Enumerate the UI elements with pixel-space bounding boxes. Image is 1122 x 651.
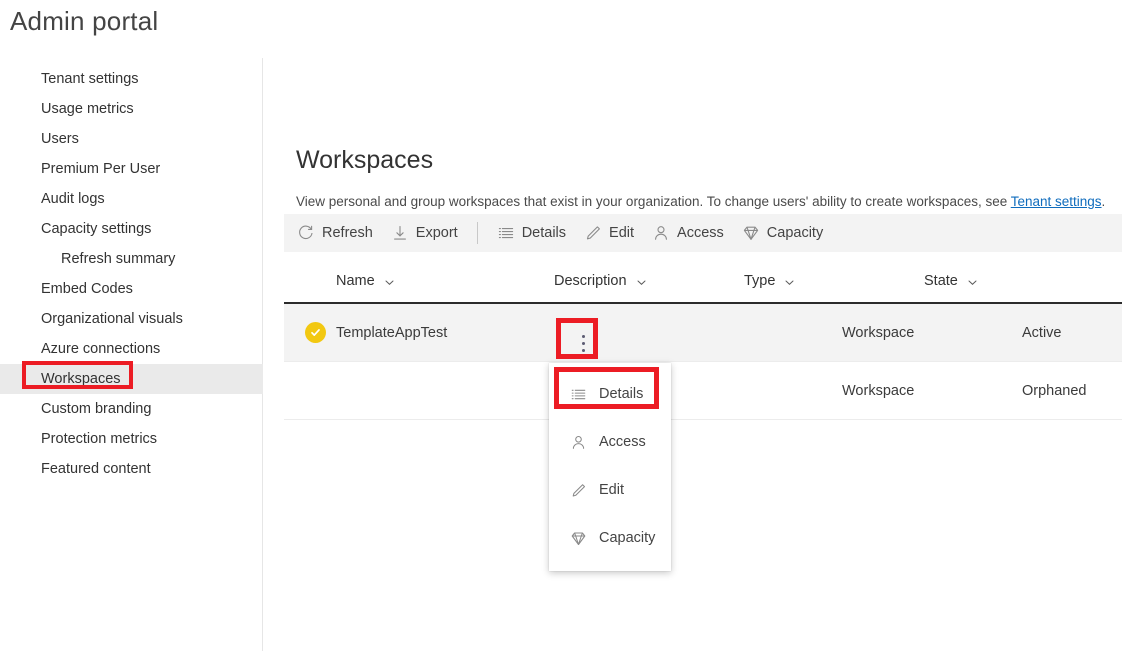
sidebar-item-featured-content[interactable]: Featured content xyxy=(0,454,263,484)
workspaces-description: View personal and group workspaces that … xyxy=(296,194,1105,209)
kebab-dot xyxy=(582,349,585,352)
pencil-icon xyxy=(570,482,587,499)
person-icon xyxy=(652,224,670,242)
sidebar-item-label: Tenant settings xyxy=(41,64,139,94)
column-header-type[interactable]: Type xyxy=(744,273,924,289)
refresh-button[interactable]: Refresh xyxy=(288,214,382,252)
context-menu-item-details[interactable]: Details xyxy=(549,370,671,418)
sidebar-item-premium-per-user[interactable]: Premium Per User xyxy=(0,154,263,184)
sidebar-item-label: Premium Per User xyxy=(41,154,160,184)
context-menu-item-edit[interactable]: Edit xyxy=(549,466,671,514)
workspaces-heading: Workspaces xyxy=(296,146,433,175)
column-header-label: Name xyxy=(336,273,375,289)
access-button[interactable]: Access xyxy=(643,214,733,252)
sidebar-item-protection-metrics[interactable]: Protection metrics xyxy=(0,424,263,454)
sidebar-item-capacity-settings[interactable]: Capacity settings xyxy=(0,214,263,244)
list-icon xyxy=(497,224,515,242)
sidebar-item-label: Embed Codes xyxy=(41,274,133,304)
capacity-label: Capacity xyxy=(767,225,823,241)
cell-state: Active xyxy=(1022,325,1122,341)
export-icon xyxy=(391,224,409,242)
cell-type: Workspace xyxy=(842,325,1022,341)
page-title: Admin portal xyxy=(10,6,158,37)
export-label: Export xyxy=(416,225,458,241)
capacity-button[interactable]: Capacity xyxy=(733,214,832,252)
sidebar-item-audit-logs[interactable]: Audit logs xyxy=(0,184,263,214)
table-row[interactable]: Workspace Orphaned xyxy=(284,362,1122,420)
column-header-label: State xyxy=(924,273,958,289)
cell-state: Orphaned xyxy=(1022,383,1122,399)
sidebar-item-label: Custom branding xyxy=(41,394,151,424)
check-circle-icon xyxy=(305,322,326,343)
sidebar-item-users[interactable]: Users xyxy=(0,124,263,154)
context-menu-item-access[interactable]: Access xyxy=(549,418,671,466)
sidebar-item-workspaces[interactable]: Workspaces xyxy=(0,364,263,394)
column-header-name[interactable]: Name xyxy=(284,273,554,289)
chevron-down-icon xyxy=(784,276,795,287)
sidebar-item-label: Capacity settings xyxy=(41,214,151,244)
context-menu-item-label: Edit xyxy=(599,482,624,498)
sidebar-item-azure-connections[interactable]: Azure connections xyxy=(0,334,263,364)
details-button[interactable]: Details xyxy=(488,214,575,252)
sidebar-item-label: Featured content xyxy=(41,454,151,484)
refresh-icon xyxy=(297,224,315,242)
table-header-row: Name Description Type State xyxy=(284,260,1122,304)
context-menu-item-label: Access xyxy=(599,434,646,450)
sidebar-item-embed-codes[interactable]: Embed Codes xyxy=(0,274,263,304)
edit-button[interactable]: Edit xyxy=(575,214,643,252)
cell-type: Workspace xyxy=(842,383,1022,399)
kebab-dot xyxy=(582,335,585,338)
chevron-down-icon xyxy=(384,276,395,287)
sidebar: Tenant settings Usage metrics Users Prem… xyxy=(0,58,263,651)
sidebar-item-usage-metrics[interactable]: Usage metrics xyxy=(0,94,263,124)
details-label: Details xyxy=(522,225,566,241)
context-menu-item-capacity[interactable]: Capacity xyxy=(549,514,671,562)
toolbar-separator xyxy=(477,222,478,244)
sidebar-item-label: Protection metrics xyxy=(41,424,157,454)
context-menu-item-label: Details xyxy=(599,386,643,402)
sidebar-item-label: Usage metrics xyxy=(41,94,134,124)
column-header-label: Type xyxy=(744,273,775,289)
column-header-label: Description xyxy=(554,273,627,289)
access-label: Access xyxy=(677,225,724,241)
diamond-icon xyxy=(570,530,587,547)
sidebar-nav-list: Tenant settings Usage metrics Users Prem… xyxy=(0,64,263,484)
refresh-label: Refresh xyxy=(322,225,373,241)
list-icon xyxy=(570,386,587,403)
description-text-after: . xyxy=(1102,194,1106,209)
export-button[interactable]: Export xyxy=(382,214,467,252)
sidebar-item-label: Audit logs xyxy=(41,184,105,214)
sidebar-item-label: Azure connections xyxy=(41,334,160,364)
sidebar-item-label: Organizational visuals xyxy=(41,304,183,334)
person-icon xyxy=(570,434,587,451)
cell-name: TemplateAppTest xyxy=(334,325,652,341)
column-header-description[interactable]: Description xyxy=(554,273,744,289)
row-kebab-menu[interactable] xyxy=(572,326,594,360)
column-header-state[interactable]: State xyxy=(924,273,1072,289)
tenant-settings-link[interactable]: Tenant settings xyxy=(1011,194,1102,209)
context-menu-item-label: Capacity xyxy=(599,530,655,546)
sidebar-item-tenant-settings[interactable]: Tenant settings xyxy=(0,64,263,94)
main-content: Workspaces View personal and group works… xyxy=(264,58,1122,651)
sidebar-item-refresh-summary[interactable]: Refresh summary xyxy=(0,244,263,274)
diamond-icon xyxy=(742,224,760,242)
row-status xyxy=(284,322,334,343)
edit-label: Edit xyxy=(609,225,634,241)
sidebar-item-label: Users xyxy=(41,124,79,154)
sidebar-item-label: Refresh summary xyxy=(61,244,175,274)
chevron-down-icon xyxy=(636,276,647,287)
row-context-menu: Details Access Edit Capacity xyxy=(549,363,671,571)
sidebar-item-label: Workspaces xyxy=(41,364,121,394)
sidebar-item-organizational-visuals[interactable]: Organizational visuals xyxy=(0,304,263,334)
sidebar-item-custom-branding[interactable]: Custom branding xyxy=(0,394,263,424)
pencil-icon xyxy=(584,224,602,242)
description-text-before: View personal and group workspaces that … xyxy=(296,194,1011,209)
chevron-down-icon xyxy=(967,276,978,287)
command-toolbar: Refresh Export Deta xyxy=(284,214,1122,252)
workspaces-table: Name Description Type State xyxy=(284,260,1122,420)
kebab-dot xyxy=(582,342,585,345)
table-row[interactable]: TemplateAppTest Workspace Active xyxy=(284,304,1122,362)
